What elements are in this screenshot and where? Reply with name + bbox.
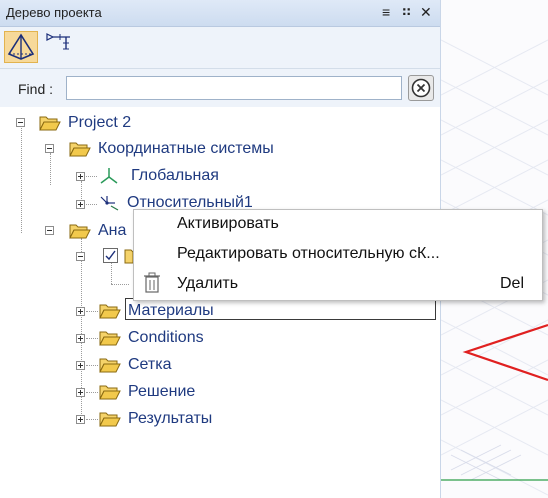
find-clear-button[interactable] bbox=[408, 75, 434, 101]
solution-expand-toggle[interactable] bbox=[76, 388, 85, 397]
analysis-checkbox[interactable] bbox=[103, 248, 118, 263]
find-label: Find : bbox=[18, 81, 54, 97]
dock-icon[interactable]: ⠶ bbox=[401, 3, 412, 21]
folder-open-icon bbox=[99, 412, 121, 427]
tree-item-analysis[interactable]: Ана bbox=[69, 219, 126, 243]
tree-item-label: Координатные системы bbox=[98, 140, 274, 157]
menu-item-label: Удалить bbox=[177, 275, 239, 292]
tree-item-label: Решение bbox=[128, 383, 196, 400]
dimension-icon bbox=[46, 33, 70, 50]
panel-title: Дерево проекта bbox=[6, 5, 102, 20]
tree-item-coord-systems[interactable]: Координатные системы bbox=[69, 137, 274, 161]
analysis-sub-collapse-toggle[interactable] bbox=[76, 252, 85, 261]
trash-icon bbox=[144, 272, 160, 293]
folder-open-icon bbox=[39, 116, 61, 131]
menu-item-edit-relative[interactable]: Редактировать относительную сК... bbox=[134, 240, 542, 268]
find-bar: Find : bbox=[0, 69, 440, 107]
panel-toolbar bbox=[0, 27, 440, 69]
panel-titlebar: Дерево проекта ≡ ⠶ ✕ bbox=[0, 0, 440, 27]
find-input[interactable] bbox=[66, 76, 402, 100]
folder-open-icon bbox=[69, 142, 91, 157]
project-tree: Project 2 Координатные системы Глобальна… bbox=[0, 108, 440, 498]
folder-open-icon bbox=[69, 224, 91, 239]
relative-expand-toggle[interactable] bbox=[76, 200, 85, 209]
tree-item-conditions[interactable]: Conditions bbox=[99, 326, 204, 350]
coordinate-axes-icon bbox=[100, 168, 118, 184]
menu-item-delete[interactable]: Удалить Del bbox=[134, 270, 542, 298]
tree-item-label: Результаты bbox=[128, 410, 213, 427]
menu-item-shortcut: Del bbox=[499, 275, 524, 292]
checkmark-icon bbox=[105, 250, 116, 261]
close-icon[interactable]: ✕ bbox=[420, 3, 432, 21]
menu-item-label: Активировать bbox=[177, 215, 279, 232]
tree-item-label: Conditions bbox=[128, 329, 204, 346]
clear-circle-icon bbox=[411, 78, 431, 98]
folder-open-icon bbox=[99, 304, 121, 319]
tree-item-label: Глобальная bbox=[131, 167, 219, 184]
folder-open-icon bbox=[99, 358, 121, 373]
conditions-expand-toggle[interactable] bbox=[76, 334, 85, 343]
folder-open-icon bbox=[99, 385, 121, 400]
menu-item-activate[interactable]: Активировать bbox=[134, 210, 542, 238]
context-menu: Активировать Редактировать относительную… bbox=[133, 209, 543, 301]
coord-collapse-toggle[interactable] bbox=[45, 144, 54, 153]
dimension-button[interactable] bbox=[44, 31, 74, 63]
menu-item-label: Редактировать относительную сК... bbox=[177, 245, 440, 262]
results-expand-toggle[interactable] bbox=[76, 415, 85, 424]
mesh-expand-toggle[interactable] bbox=[76, 361, 85, 370]
tree-item-mesh[interactable]: Сетка bbox=[99, 353, 172, 377]
tree-item-label: Материалы bbox=[128, 302, 214, 319]
global-expand-toggle[interactable] bbox=[76, 172, 85, 181]
pyramid-icon bbox=[7, 33, 35, 60]
pyramid-view-button[interactable] bbox=[4, 31, 38, 63]
tree-item-solution[interactable]: Решение bbox=[99, 380, 195, 404]
tree-item-global[interactable]: Глобальная bbox=[99, 164, 219, 188]
materials-expand-toggle[interactable] bbox=[76, 307, 85, 316]
red-shape-outline bbox=[462, 323, 548, 382]
relative-coords-icon bbox=[100, 196, 119, 211]
tree-item-label: Project 2 bbox=[68, 114, 132, 131]
tree-item-label: Ана bbox=[98, 222, 127, 239]
folder-open-icon bbox=[99, 331, 121, 346]
project-collapse-toggle[interactable] bbox=[16, 118, 25, 127]
tree-item-label: Сетка bbox=[128, 356, 172, 373]
tree-item-results[interactable]: Результаты bbox=[99, 407, 212, 431]
analysis-collapse-toggle[interactable] bbox=[45, 226, 54, 235]
menu-icon[interactable]: ≡ bbox=[382, 3, 390, 21]
tree-item-project[interactable]: Project 2 bbox=[39, 111, 131, 135]
tree-item-materials[interactable]: Материалы bbox=[99, 299, 214, 323]
